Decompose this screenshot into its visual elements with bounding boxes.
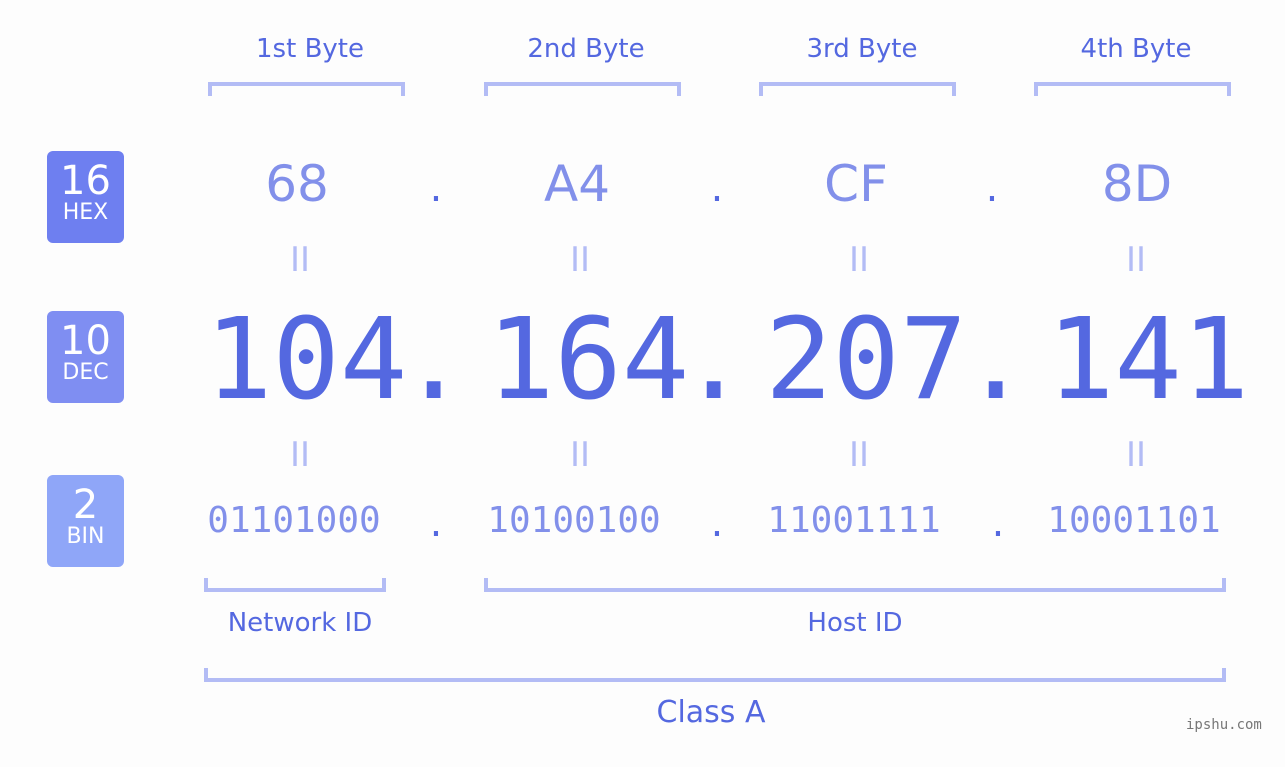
hex-badge: 16 HEX: [47, 151, 124, 243]
equals-dec-bin-4: II: [1125, 435, 1147, 475]
bin-byte-2: 10100100: [487, 500, 661, 541]
equals-dec-bin-1: II: [289, 435, 311, 475]
dec-byte-2: 164: [487, 295, 690, 425]
hex-base-number: 16: [60, 158, 111, 204]
bin-base-number: 2: [72, 482, 99, 528]
bin-badge: 2 BIN: [47, 475, 124, 567]
byte-header-2: 2nd Byte: [527, 34, 645, 64]
equals-dec-bin-3: II: [848, 435, 870, 475]
dec-separator-3: .: [962, 295, 1030, 425]
class-label: Class A: [656, 695, 766, 730]
bin-base-label: BIN: [66, 524, 105, 549]
class-bracket: [204, 668, 1226, 682]
hex-separator-1: .: [429, 165, 443, 211]
dec-base-number: 10: [60, 318, 111, 364]
byte-bracket-4: [1034, 82, 1231, 96]
bin-separator-3: .: [991, 500, 1005, 546]
byte-bracket-3: [759, 82, 956, 96]
hex-byte-2: A4: [543, 155, 610, 213]
dec-byte-1: 104: [205, 295, 408, 425]
equals-dec-bin-2: II: [569, 435, 591, 475]
equals-hex-dec-1: II: [289, 240, 311, 280]
bin-byte-1: 01101000: [207, 500, 381, 541]
bin-separator-1: .: [429, 500, 443, 546]
byte-bracket-2: [484, 82, 681, 96]
dec-byte-3: 207: [765, 295, 968, 425]
byte-header-3: 3rd Byte: [806, 34, 918, 64]
hex-separator-2: .: [710, 165, 724, 211]
bin-byte-4: 10001101: [1047, 500, 1221, 541]
hex-byte-3: CF: [824, 155, 888, 213]
network-id-bracket: [204, 578, 386, 592]
hex-byte-4: 8D: [1101, 155, 1173, 213]
bin-byte-3: 11001111: [767, 500, 941, 541]
watermark: ipshu.com: [1186, 717, 1262, 733]
equals-hex-dec-4: II: [1125, 240, 1147, 280]
equals-hex-dec-2: II: [569, 240, 591, 280]
hex-separator-3: .: [985, 165, 999, 211]
byte-bracket-1: [208, 82, 405, 96]
dec-separator-1: .: [400, 295, 468, 425]
byte-header-4: 4th Byte: [1080, 34, 1192, 64]
dec-badge: 10 DEC: [47, 311, 124, 403]
hex-base-label: HEX: [62, 200, 109, 225]
equals-hex-dec-3: II: [848, 240, 870, 280]
host-id-bracket: [484, 578, 1226, 592]
dec-byte-4: 141: [1047, 295, 1250, 425]
dec-separator-2: .: [680, 295, 748, 425]
bin-separator-2: .: [710, 500, 724, 546]
dec-base-label: DEC: [62, 360, 109, 385]
network-id-label: Network ID: [227, 608, 373, 638]
byte-header-1: 1st Byte: [256, 34, 364, 64]
host-id-label: Host ID: [807, 608, 903, 638]
hex-byte-1: 68: [265, 155, 329, 213]
